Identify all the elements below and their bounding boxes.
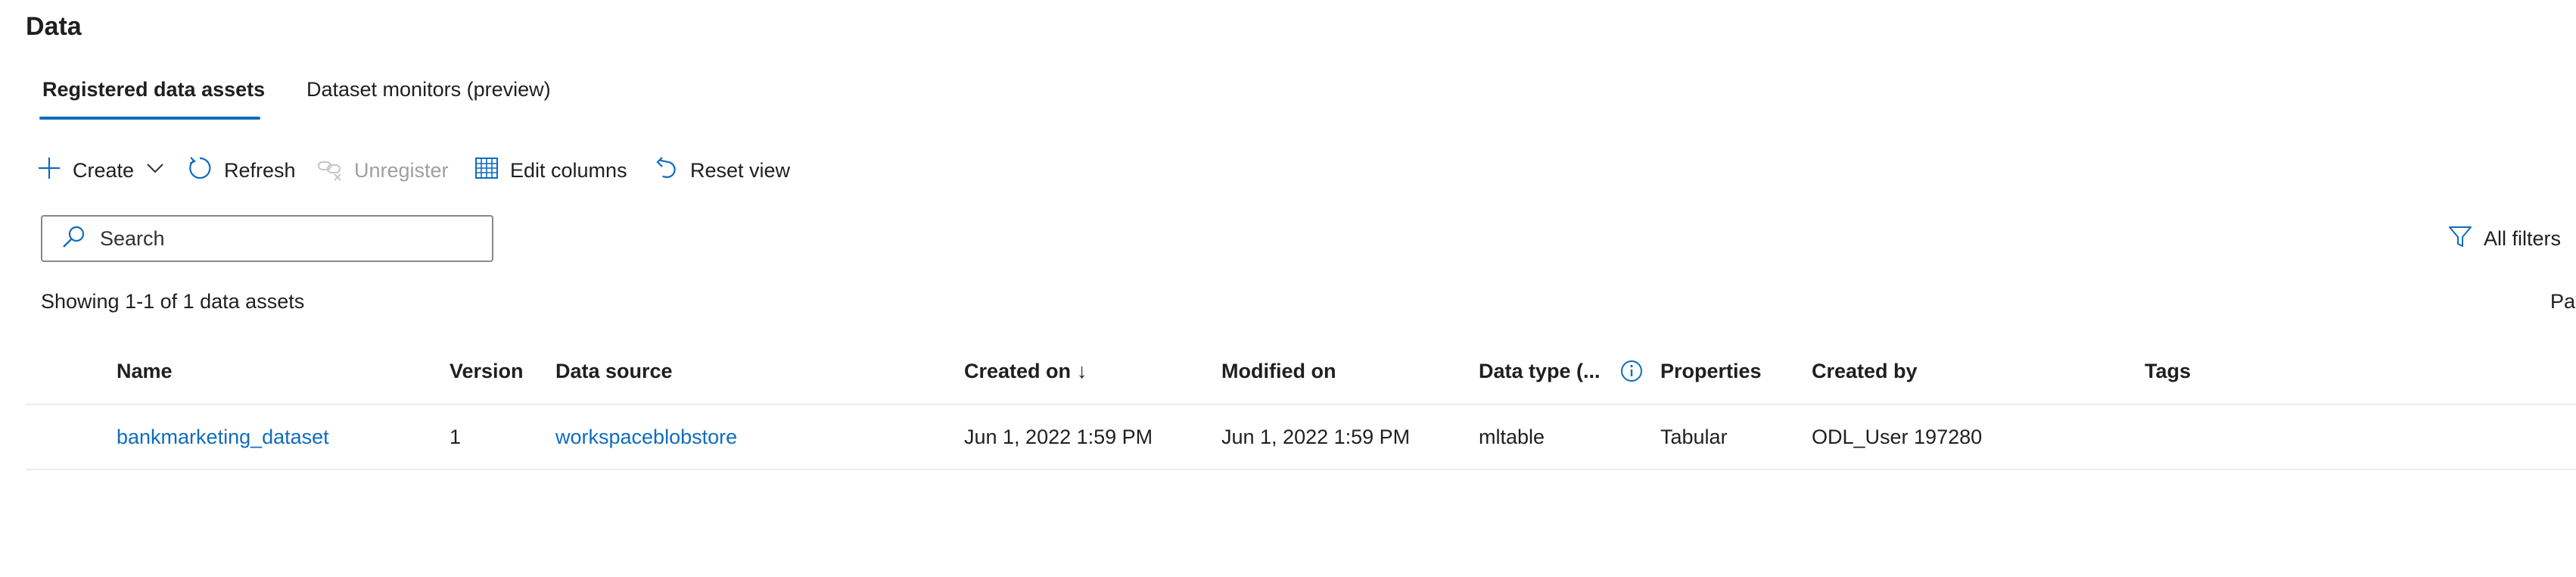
- column-header-data-type[interactable]: Data type (...: [1479, 356, 1601, 386]
- search-icon: [42, 224, 98, 254]
- undo-icon: [655, 154, 680, 187]
- row-divider: [26, 469, 2576, 470]
- cell-version: 1: [450, 426, 462, 448]
- pagination-label: Pag: [2550, 290, 2576, 313]
- create-button[interactable]: Create: [36, 151, 166, 189]
- created-on-label: Created on: [964, 360, 1072, 382]
- data-page: Data Registered data assets Dataset moni…: [0, 0, 2576, 577]
- cell-created-on: Jun 1, 2022 1:59 PM: [964, 426, 1153, 448]
- info-icon[interactable]: [1619, 359, 1644, 387]
- column-header-data-source[interactable]: Data source: [555, 356, 673, 386]
- chevron-down-icon[interactable]: [145, 158, 166, 184]
- filter-icon: [2447, 223, 2473, 254]
- unregister-button[interactable]: Unregister: [316, 151, 449, 189]
- tab-registered-data-assets[interactable]: Registered data assets: [42, 74, 265, 104]
- all-filters-label: All filters: [2484, 226, 2562, 250]
- edit-columns-button[interactable]: Edit columns: [474, 151, 627, 189]
- cell-modified-on: Jun 1, 2022 1:59 PM: [1221, 426, 1411, 448]
- column-header-version[interactable]: Version: [450, 356, 524, 386]
- sort-descending-icon: ↓: [1077, 360, 1087, 382]
- table-columns-icon: [474, 155, 499, 186]
- create-label: Create: [73, 158, 135, 182]
- results-count: Showing 1-1 of 1 data assets: [41, 290, 305, 313]
- edit-columns-label: Edit columns: [510, 158, 627, 182]
- tab-dataset-monitors[interactable]: Dataset monitors (preview): [306, 74, 551, 104]
- reset-view-button[interactable]: Reset view: [655, 151, 790, 189]
- unregister-label: Unregister: [354, 158, 449, 182]
- column-header-created-by[interactable]: Created by: [1812, 356, 1918, 386]
- refresh-button[interactable]: Refresh: [186, 151, 296, 189]
- column-header-modified-on[interactable]: Modified on: [1221, 356, 1336, 386]
- cell-properties: Tabular: [1660, 426, 1728, 448]
- header-divider: [26, 404, 2576, 405]
- page-title: Data: [26, 12, 82, 41]
- unlink-icon: [316, 154, 344, 187]
- search-box[interactable]: [41, 215, 493, 262]
- column-header-tags[interactable]: Tags: [2145, 356, 2191, 386]
- refresh-label: Refresh: [224, 158, 296, 182]
- cell-data-source-link[interactable]: workspaceblobstore: [555, 422, 737, 452]
- cell-name-link[interactable]: bankmarketing_dataset: [117, 422, 329, 452]
- reset-view-label: Reset view: [690, 158, 791, 182]
- all-filters-button[interactable]: All filters: [2447, 220, 2561, 257]
- search-input[interactable]: [98, 226, 465, 251]
- active-tab-indicator: [39, 117, 260, 120]
- cell-data-type: mltable: [1479, 426, 1545, 448]
- column-header-properties[interactable]: Properties: [1660, 356, 1762, 386]
- column-header-name[interactable]: Name: [117, 356, 173, 386]
- plus-icon: [36, 155, 62, 186]
- refresh-icon: [186, 154, 213, 187]
- cell-created-by: ODL_User 197280: [1812, 426, 1983, 448]
- column-header-created-on[interactable]: Created on ↓: [964, 356, 1087, 386]
